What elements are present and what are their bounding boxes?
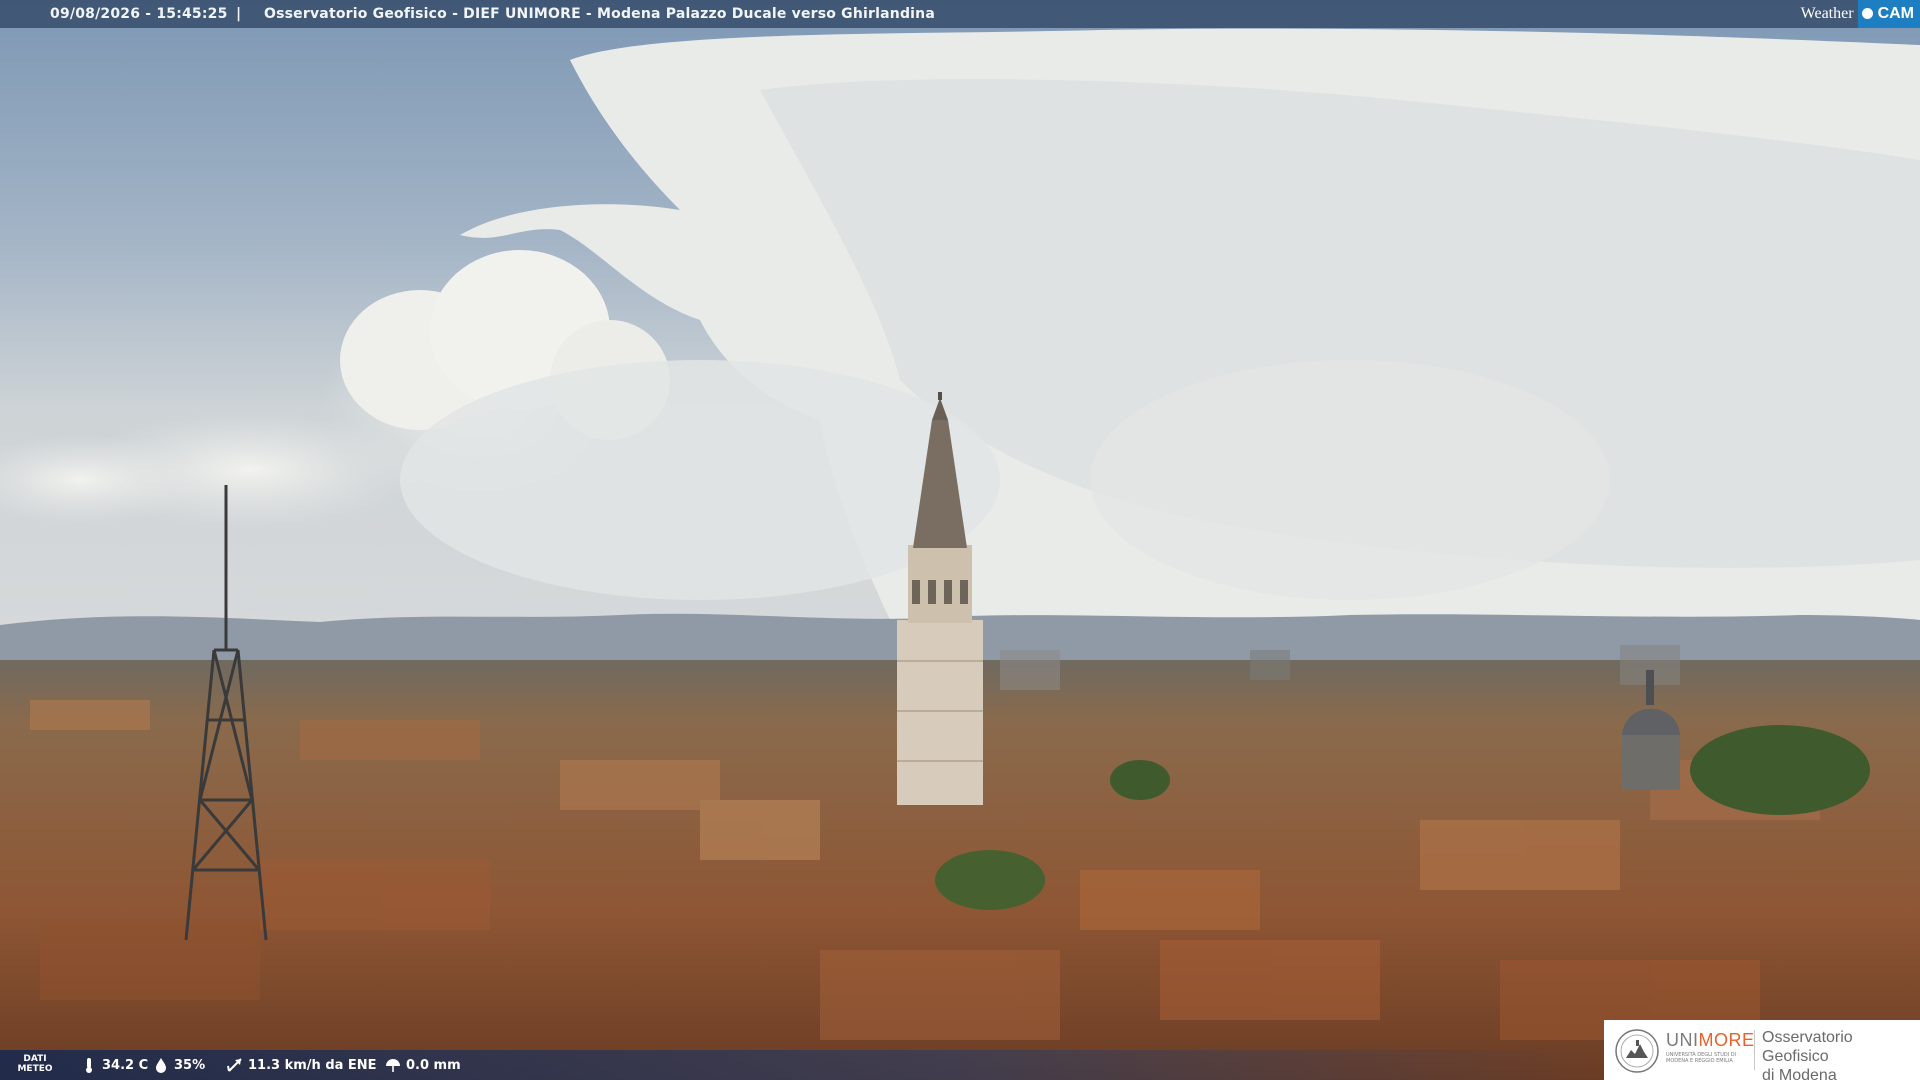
wind-vane-icon [227,1058,242,1072]
temperature-value: 34.2 C [102,1057,149,1073]
rain-value: 0.0 mm [406,1057,461,1073]
unimore-subtitle: UNIVERSITÀ DEGLI STUDI DI MODENA E REGGI… [1666,1052,1737,1064]
unimore-badge[interactable]: UNIMORE UNIVERSITÀ DEGLI STUDI DI MODENA… [1604,1020,1920,1080]
logo-word-cam: CAM [1877,5,1914,22]
unimore-suffix: MORE [1698,1030,1755,1050]
title-bar: 09/08/2026 - 15:45:25 | Osservatorio Geo… [0,0,1920,28]
humidity-readout: 35% [152,1050,205,1080]
trees [1690,725,1870,815]
webcam-frame: 09/08/2026 - 15:45:25 | Osservatorio Geo… [0,0,1920,1080]
unimore-seal-icon [1615,1029,1659,1073]
temperature-readout: 34.2 C [80,1050,148,1080]
humidity-drop-icon [156,1058,166,1073]
thermometer-icon [86,1058,92,1073]
meteo-strip: DATI METEO 34.2 C 35% 11.3 km/h da ENE 0… [0,1050,1600,1080]
location-title: Osservatorio Geofisico - DIEF UNIMORE - … [264,6,935,22]
observatory-line2: di Modena [1762,1067,1837,1080]
meteo-label-line2: METEO [17,1064,53,1074]
observatory-line1: Osservatorio Geofisico [1762,1029,1853,1065]
humidity-value: 35% [174,1057,206,1073]
city-skyline-photo [0,0,1920,1080]
wind-value: 11.3 km/h da ENE [248,1057,377,1073]
observatory-name: Osservatorio Geofisico di Modena [1762,1028,1920,1080]
meteo-label: DATI METEO [14,1054,56,1074]
unimore-prefix: UNI [1666,1030,1699,1050]
logo-word-weather: Weather [1800,5,1854,22]
rain-readout: 0.0 mm [384,1050,461,1080]
logo-dot-icon [1861,8,1873,19]
wind-readout: 11.3 km/h da ENE [226,1050,377,1080]
title-separator: | [236,6,242,22]
meteo-label-line1: DATI [23,1054,47,1064]
logo-word-cam-box: CAM [1857,0,1920,28]
rain-umbrella-icon [386,1059,400,1072]
badge-divider [1754,1030,1755,1070]
timestamp: 09/08/2026 - 15:45:25 [50,6,228,22]
weathercam-logo[interactable]: Weather CAM [1801,0,1920,28]
unimore-wordmark: UNIMORE [1666,1030,1755,1051]
